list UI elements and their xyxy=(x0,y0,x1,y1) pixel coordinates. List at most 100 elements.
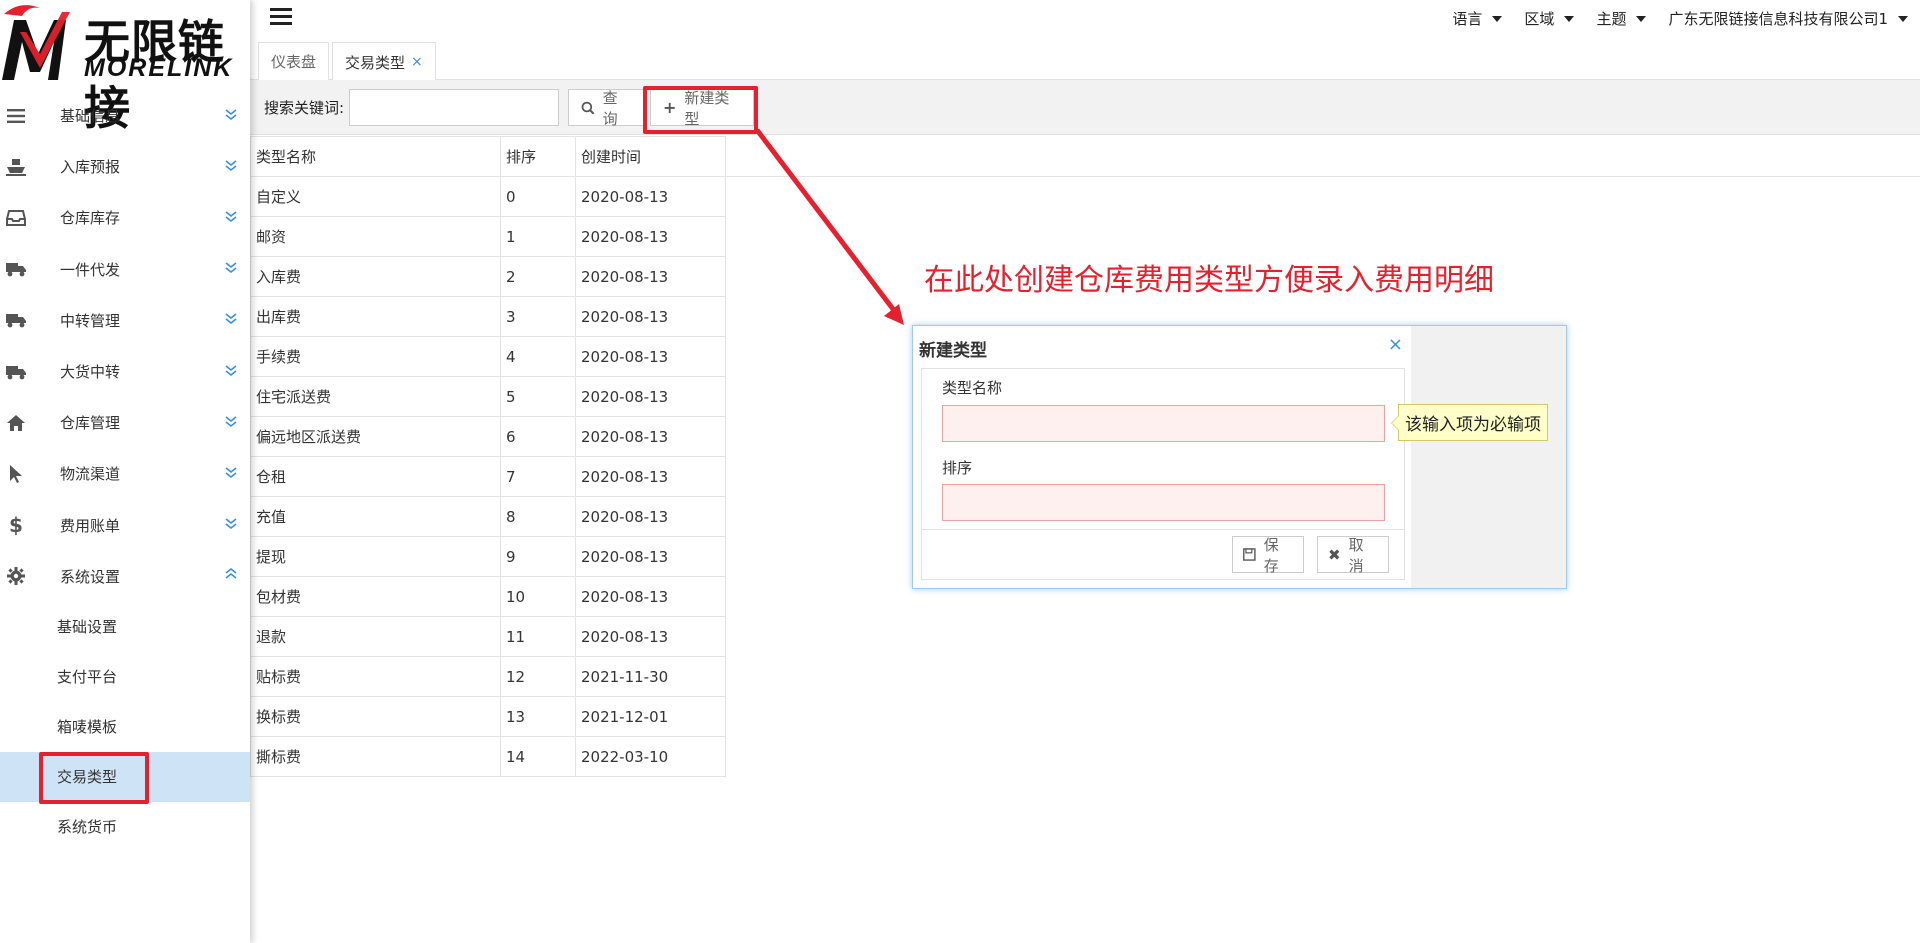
chevron-double-down-icon xyxy=(224,516,238,534)
sidebar-menu: 基础信息 入库预报 仓库库存 一件代发 中转管理 大货中转 仓库管理 物流渠道 … xyxy=(0,90,250,852)
table-row[interactable]: 住宅派送费 5 2020-08-13 xyxy=(250,376,726,417)
table-row[interactable]: 提现 9 2020-08-13 xyxy=(250,536,726,577)
sidebar-item-system-settings[interactable]: 系统设置 xyxy=(0,551,250,602)
cell-created: 2020-08-13 xyxy=(575,616,726,657)
table-row[interactable]: 自定义 0 2020-08-13 xyxy=(250,176,726,217)
tab-label: 仪表盘 xyxy=(271,53,317,71)
tab-label: 交易类型 xyxy=(345,53,406,72)
sidebar-item-label: 入库预报 xyxy=(60,158,121,177)
cell-sort: 1 xyxy=(500,216,576,257)
sidebar-item-warehouse-management[interactable]: 仓库管理 xyxy=(0,397,250,448)
chevron-double-down-icon xyxy=(224,158,238,176)
top-bar: 语言 区域 主题 广东无限链接信息科技有限公司1 xyxy=(250,0,1920,38)
search-input[interactable] xyxy=(349,89,559,126)
save-button[interactable]: 保存 xyxy=(1232,535,1304,575)
sidebar-item-billing[interactable]: $ 费用账单 xyxy=(0,500,250,551)
table-row[interactable]: 包材费 10 2020-08-13 xyxy=(250,576,726,617)
table-row[interactable]: 仓租 7 2020-08-13 xyxy=(250,456,726,497)
annotation-text: 在此处创建仓库费用类型方便录入费用明细 xyxy=(924,263,1494,298)
sidebar-item-dropshipping[interactable]: 一件代发 xyxy=(0,244,250,295)
cancel-label: 取消 xyxy=(1348,535,1364,575)
sidebar-item-basic-info[interactable]: 基础信息 xyxy=(0,90,250,141)
cell-created: 2020-08-13 xyxy=(575,416,726,457)
sort-input[interactable] xyxy=(942,484,1385,521)
highlight-box-new-button xyxy=(643,86,758,134)
sidebar-subitem-shipping-mark-template[interactable]: 箱唛模板 xyxy=(0,702,250,752)
table-row[interactable]: 手续费 4 2020-08-13 xyxy=(250,336,726,377)
chevron-double-up-icon xyxy=(224,567,238,585)
caret-down-icon xyxy=(1492,15,1503,22)
chevron-double-down-icon xyxy=(224,107,238,125)
sidebar-item-logistics-channels[interactable]: 物流渠道 xyxy=(0,448,250,499)
tab-dashboard[interactable]: 仪表盘 xyxy=(258,42,330,80)
query-label: 查询 xyxy=(602,88,618,128)
required-field-tooltip: 该输入项为必输项 xyxy=(1391,404,1548,441)
type-name-label: 类型名称 xyxy=(942,379,1003,397)
toolbar: 搜索关键词: 查询 + 新建类型 xyxy=(250,80,1920,135)
close-icon[interactable]: × xyxy=(1388,334,1403,355)
hamburger-menu-icon[interactable] xyxy=(270,8,292,26)
close-icon[interactable]: × xyxy=(411,54,423,70)
region-dropdown[interactable]: 区域 xyxy=(1524,8,1575,29)
cell-name: 提现 xyxy=(250,536,501,577)
sidebar-item-label: 费用账单 xyxy=(60,516,121,535)
sidebar-subitem-basic-settings[interactable]: 基础设置 xyxy=(0,602,250,652)
table-header-row: 类型名称 排序 创建时间 xyxy=(250,136,726,177)
cell-created: 2020-08-13 xyxy=(575,216,726,257)
cell-created: 2020-08-13 xyxy=(575,256,726,297)
cell-sort: 5 xyxy=(500,376,576,417)
logo: 无限链接 MORELINK xyxy=(0,0,250,135)
caret-down-icon xyxy=(1898,15,1908,22)
table-row[interactable]: 充值 8 2020-08-13 xyxy=(250,496,726,537)
cell-name: 撕标费 xyxy=(250,736,501,777)
cell-sort: 12 xyxy=(500,656,576,697)
cell-name: 贴标费 xyxy=(250,656,501,697)
table-row[interactable]: 贴标费 12 2021-11-30 xyxy=(250,656,726,697)
save-label: 保存 xyxy=(1263,535,1279,575)
menu-lines-icon xyxy=(6,106,26,126)
cell-sort: 11 xyxy=(500,616,576,657)
table-row[interactable]: 退款 11 2020-08-13 xyxy=(250,616,726,657)
tab-transaction-type[interactable]: 交易类型 × xyxy=(332,42,436,81)
ship-icon xyxy=(6,157,26,177)
table-row[interactable]: 换标费 13 2021-12-01 xyxy=(250,696,726,737)
company-dropdown[interactable]: 广东无限链接信息科技有限公司1 xyxy=(1668,8,1908,29)
sidebar-item-label: 系统设置 xyxy=(60,567,121,586)
sidebar-subitem-label: 系统货币 xyxy=(57,818,118,837)
pointer-icon xyxy=(6,464,26,484)
cell-name: 充值 xyxy=(250,496,501,537)
cell-sort: 7 xyxy=(500,456,576,497)
table-row[interactable]: 偏远地区派送费 6 2020-08-13 xyxy=(250,416,726,457)
cell-created: 2020-08-13 xyxy=(575,336,726,377)
column-header-created[interactable]: 创建时间 xyxy=(575,136,726,177)
sidebar-subitem-label: 支付平台 xyxy=(57,668,118,687)
cell-created: 2022-03-10 xyxy=(575,736,726,777)
logo-english-text: MORELINK xyxy=(84,54,234,82)
cancel-button[interactable]: ✖ 取消 xyxy=(1317,535,1389,575)
cell-sort: 4 xyxy=(500,336,576,377)
close-icon: ✖ xyxy=(1328,545,1341,564)
table-row[interactable]: 入库费 2 2020-08-13 xyxy=(250,256,726,297)
sidebar-subitem-payment-platform[interactable]: 支付平台 xyxy=(0,652,250,702)
type-name-input[interactable] xyxy=(942,405,1385,442)
language-dropdown[interactable]: 语言 xyxy=(1452,8,1503,29)
table-row[interactable]: 出库费 3 2020-08-13 xyxy=(250,296,726,337)
language-label: 语言 xyxy=(1452,10,1483,28)
column-header-sort[interactable]: 排序 xyxy=(500,136,576,177)
dialog-title: 新建类型 xyxy=(919,341,987,361)
inbox-icon xyxy=(6,208,26,228)
sidebar-item-bulk-transit[interactable]: 大货中转 xyxy=(0,346,250,397)
sidebar-item-transit-management[interactable]: 中转管理 xyxy=(0,295,250,346)
highlight-box-sidebar xyxy=(39,752,149,804)
dialog-footer: 保存 ✖ 取消 xyxy=(922,529,1404,579)
query-button[interactable]: 查询 xyxy=(568,88,645,128)
sidebar-item-inbound-forecast[interactable]: 入库预报 xyxy=(0,141,250,192)
table-row[interactable]: 撕标费 14 2022-03-10 xyxy=(250,736,726,777)
sidebar-subitem-system-currency[interactable]: 系统货币 xyxy=(0,802,250,852)
theme-dropdown[interactable]: 主题 xyxy=(1596,8,1647,29)
column-header-name[interactable]: 类型名称 xyxy=(250,136,501,177)
sidebar-item-label: 仓库管理 xyxy=(60,414,121,433)
sidebar-item-warehouse-stock[interactable]: 仓库库存 xyxy=(0,192,250,243)
table-row[interactable]: 邮资 1 2020-08-13 xyxy=(250,216,726,257)
cell-sort: 2 xyxy=(500,256,576,297)
